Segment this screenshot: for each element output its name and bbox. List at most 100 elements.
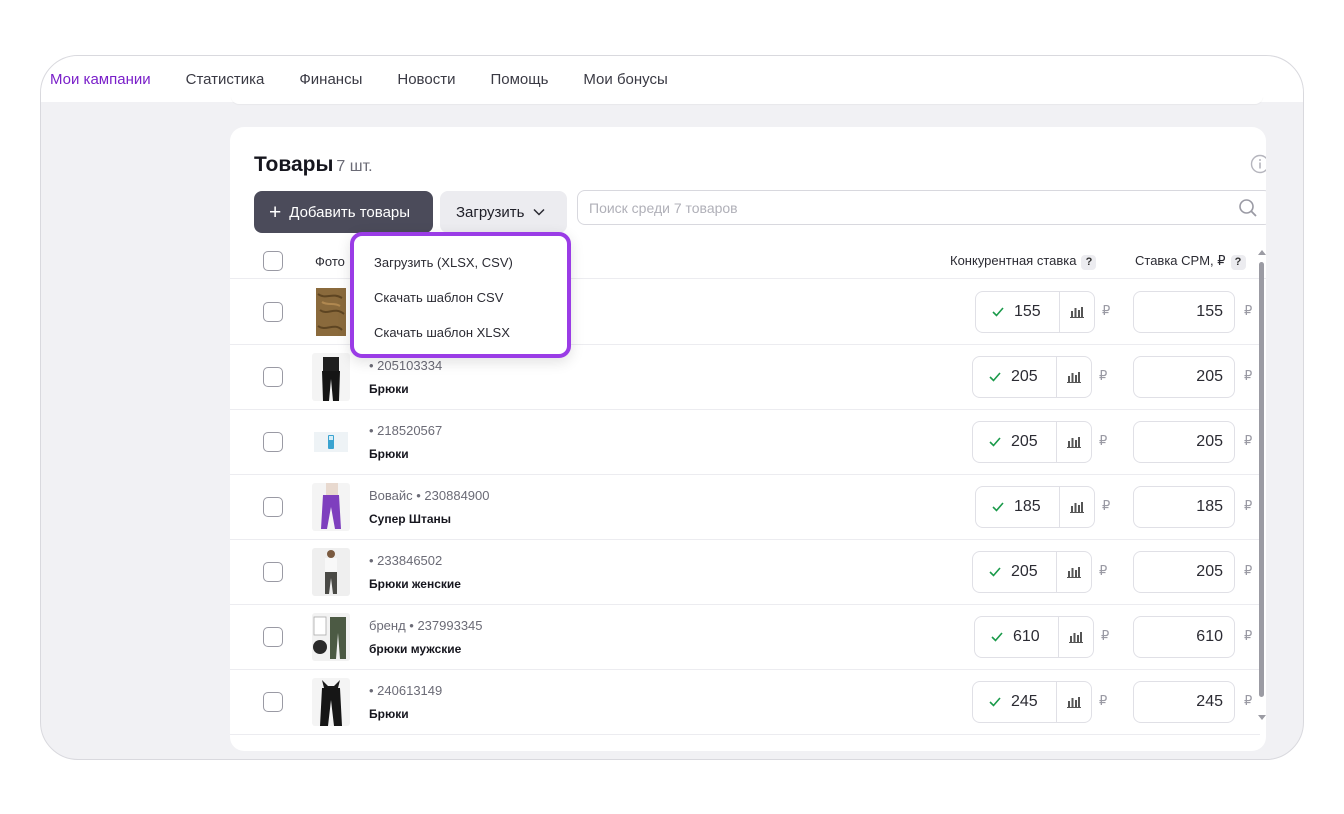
scrollbar-thumb[interactable] xyxy=(1259,262,1264,697)
currency-sign: ₽ xyxy=(1099,563,1108,578)
product-photo[interactable] xyxy=(312,678,350,726)
row-checkbox[interactable] xyxy=(263,562,283,582)
bar-chart-icon[interactable] xyxy=(1057,422,1091,462)
currency-sign: ₽ xyxy=(1244,368,1253,383)
competitive-bid-value: 185 xyxy=(976,487,1060,527)
plus-icon: + xyxy=(269,200,282,224)
upload-label: Загрузить xyxy=(456,203,525,221)
competitive-bid-box[interactable]: 185 xyxy=(975,486,1095,528)
product-name[interactable]: брюки мужские xyxy=(369,642,461,656)
product-photo[interactable] xyxy=(312,288,350,336)
product-name[interactable]: Брюки xyxy=(369,382,409,396)
cpm-bid-input[interactable]: 155 xyxy=(1133,291,1235,333)
competitive-bid-value: 205 xyxy=(973,422,1057,462)
product-photo[interactable] xyxy=(312,418,350,466)
select-all-checkbox[interactable] xyxy=(263,251,283,271)
competitive-bid-box[interactable]: 155 xyxy=(975,291,1095,333)
menu-item-upload-xlsx-csv[interactable]: Загрузить (XLSX, CSV) xyxy=(374,255,513,270)
currency-sign: ₽ xyxy=(1099,693,1108,708)
column-cpm-label: Ставка CPM, ₽ xyxy=(1135,253,1226,268)
products-card: Товары 7 шт. + Добавить товары Загрузить … xyxy=(230,127,1266,751)
nav-statistics[interactable]: Статистика xyxy=(186,71,265,88)
competitive-bid-text: 205 xyxy=(1011,433,1038,450)
currency-sign: ₽ xyxy=(1099,433,1108,448)
table-row: Вовайс • 230884900 Супер Штаны 185 ₽185 ₽ xyxy=(230,475,1260,540)
info-icon[interactable] xyxy=(1250,154,1266,174)
competitive-bid-value: 205 xyxy=(973,552,1057,592)
row-checkbox[interactable] xyxy=(263,627,283,647)
table-row: • 233846502 Брюки женские 205 ₽205 ₽ xyxy=(230,540,1260,605)
upload-button[interactable]: Загрузить xyxy=(440,191,567,233)
help-icon[interactable]: ? xyxy=(1230,255,1246,270)
row-checkbox[interactable] xyxy=(263,432,283,452)
row-checkbox[interactable] xyxy=(263,367,283,387)
currency-sign: ₽ xyxy=(1101,628,1110,643)
competitive-bid-box[interactable]: 205 xyxy=(972,356,1092,398)
column-competitive-bid-label: Конкурентная ставка xyxy=(950,253,1077,268)
check-icon xyxy=(992,502,1004,512)
scroll-up-arrow[interactable] xyxy=(1258,250,1266,255)
product-name[interactable]: Брюки xyxy=(369,447,409,461)
vertical-scrollbar[interactable] xyxy=(1257,247,1266,727)
chevron-down-icon xyxy=(532,208,545,216)
currency-sign: ₽ xyxy=(1102,303,1111,318)
row-checkbox[interactable] xyxy=(263,692,283,712)
scroll-down-arrow[interactable] xyxy=(1258,715,1266,720)
nav-news[interactable]: Новости xyxy=(397,71,455,88)
currency-sign: ₽ xyxy=(1244,563,1253,578)
bar-chart-icon[interactable] xyxy=(1057,357,1091,397)
nav-help[interactable]: Помощь xyxy=(490,71,548,88)
product-photo[interactable] xyxy=(312,613,350,661)
check-icon xyxy=(989,697,1001,707)
table-row: • 218520567 Брюки 205 ₽205 ₽ xyxy=(230,410,1260,475)
search-field[interactable] xyxy=(577,190,1266,225)
product-name[interactable]: Брюки xyxy=(369,707,409,721)
search-input[interactable] xyxy=(578,191,1198,224)
row-checkbox[interactable] xyxy=(263,497,283,517)
product-photo[interactable] xyxy=(312,548,350,596)
table-row: бренд • 237993345 брюки мужские 610 ₽610 ₽ xyxy=(230,605,1260,670)
currency-sign: ₽ xyxy=(1099,368,1108,383)
cpm-bid-input[interactable]: 205 xyxy=(1133,551,1235,593)
competitive-bid-text: 610 xyxy=(1013,628,1040,645)
cpm-bid-input[interactable]: 205 xyxy=(1133,356,1235,398)
product-name[interactable]: Супер Штаны xyxy=(369,512,451,526)
nav-finance[interactable]: Финансы xyxy=(299,71,362,88)
previous-card-edge xyxy=(231,96,1263,104)
cpm-bid-input[interactable]: 610 xyxy=(1133,616,1235,658)
table-row: • 240613149 Брюки 245 ₽245 ₽ xyxy=(230,670,1260,735)
competitive-bid-text: 245 xyxy=(1011,693,1038,710)
product-name[interactable]: Брюки женские xyxy=(369,577,461,591)
bar-chart-icon[interactable] xyxy=(1060,487,1094,527)
cpm-bid-input[interactable]: 185 xyxy=(1133,486,1235,528)
competitive-bid-value: 610 xyxy=(975,617,1059,657)
bar-chart-icon[interactable] xyxy=(1060,292,1094,332)
app-window: Мои кампании Статистика Финансы Новости … xyxy=(40,55,1304,760)
bar-chart-icon[interactable] xyxy=(1057,552,1091,592)
check-icon xyxy=(989,567,1001,577)
competitive-bid-box[interactable]: 205 xyxy=(972,551,1092,593)
bar-chart-icon[interactable] xyxy=(1059,617,1093,657)
product-meta: • 205103334 xyxy=(369,358,443,373)
product-meta: бренд • 237993345 xyxy=(369,618,483,633)
product-photo[interactable] xyxy=(312,353,350,401)
menu-item-download-template-xlsx[interactable]: Скачать шаблон XLSX xyxy=(374,325,510,340)
competitive-bid-box[interactable]: 610 xyxy=(974,616,1094,658)
column-competitive-bid: Конкурентная ставка? xyxy=(950,253,1097,270)
add-products-label: Добавить товары xyxy=(289,203,411,221)
bar-chart-icon[interactable] xyxy=(1057,682,1091,722)
competitive-bid-box[interactable]: 245 xyxy=(972,681,1092,723)
search-icon[interactable] xyxy=(1238,198,1258,218)
product-meta: • 240613149 xyxy=(369,683,443,698)
add-products-button[interactable]: + Добавить товары xyxy=(254,191,433,233)
row-checkbox[interactable] xyxy=(263,302,283,322)
cpm-bid-input[interactable]: 245 xyxy=(1133,681,1235,723)
competitive-bid-box[interactable]: 205 xyxy=(972,421,1092,463)
upload-dropdown-menu: Загрузить (XLSX, CSV) Скачать шаблон CSV… xyxy=(350,232,571,358)
help-icon[interactable]: ? xyxy=(1081,255,1097,270)
product-photo[interactable] xyxy=(312,483,350,531)
cpm-bid-input[interactable]: 205 xyxy=(1133,421,1235,463)
nav-bonuses[interactable]: Мои бонусы xyxy=(583,71,667,88)
nav-my-campaigns[interactable]: Мои кампании xyxy=(50,71,151,88)
menu-item-download-template-csv[interactable]: Скачать шаблон CSV xyxy=(374,290,503,305)
